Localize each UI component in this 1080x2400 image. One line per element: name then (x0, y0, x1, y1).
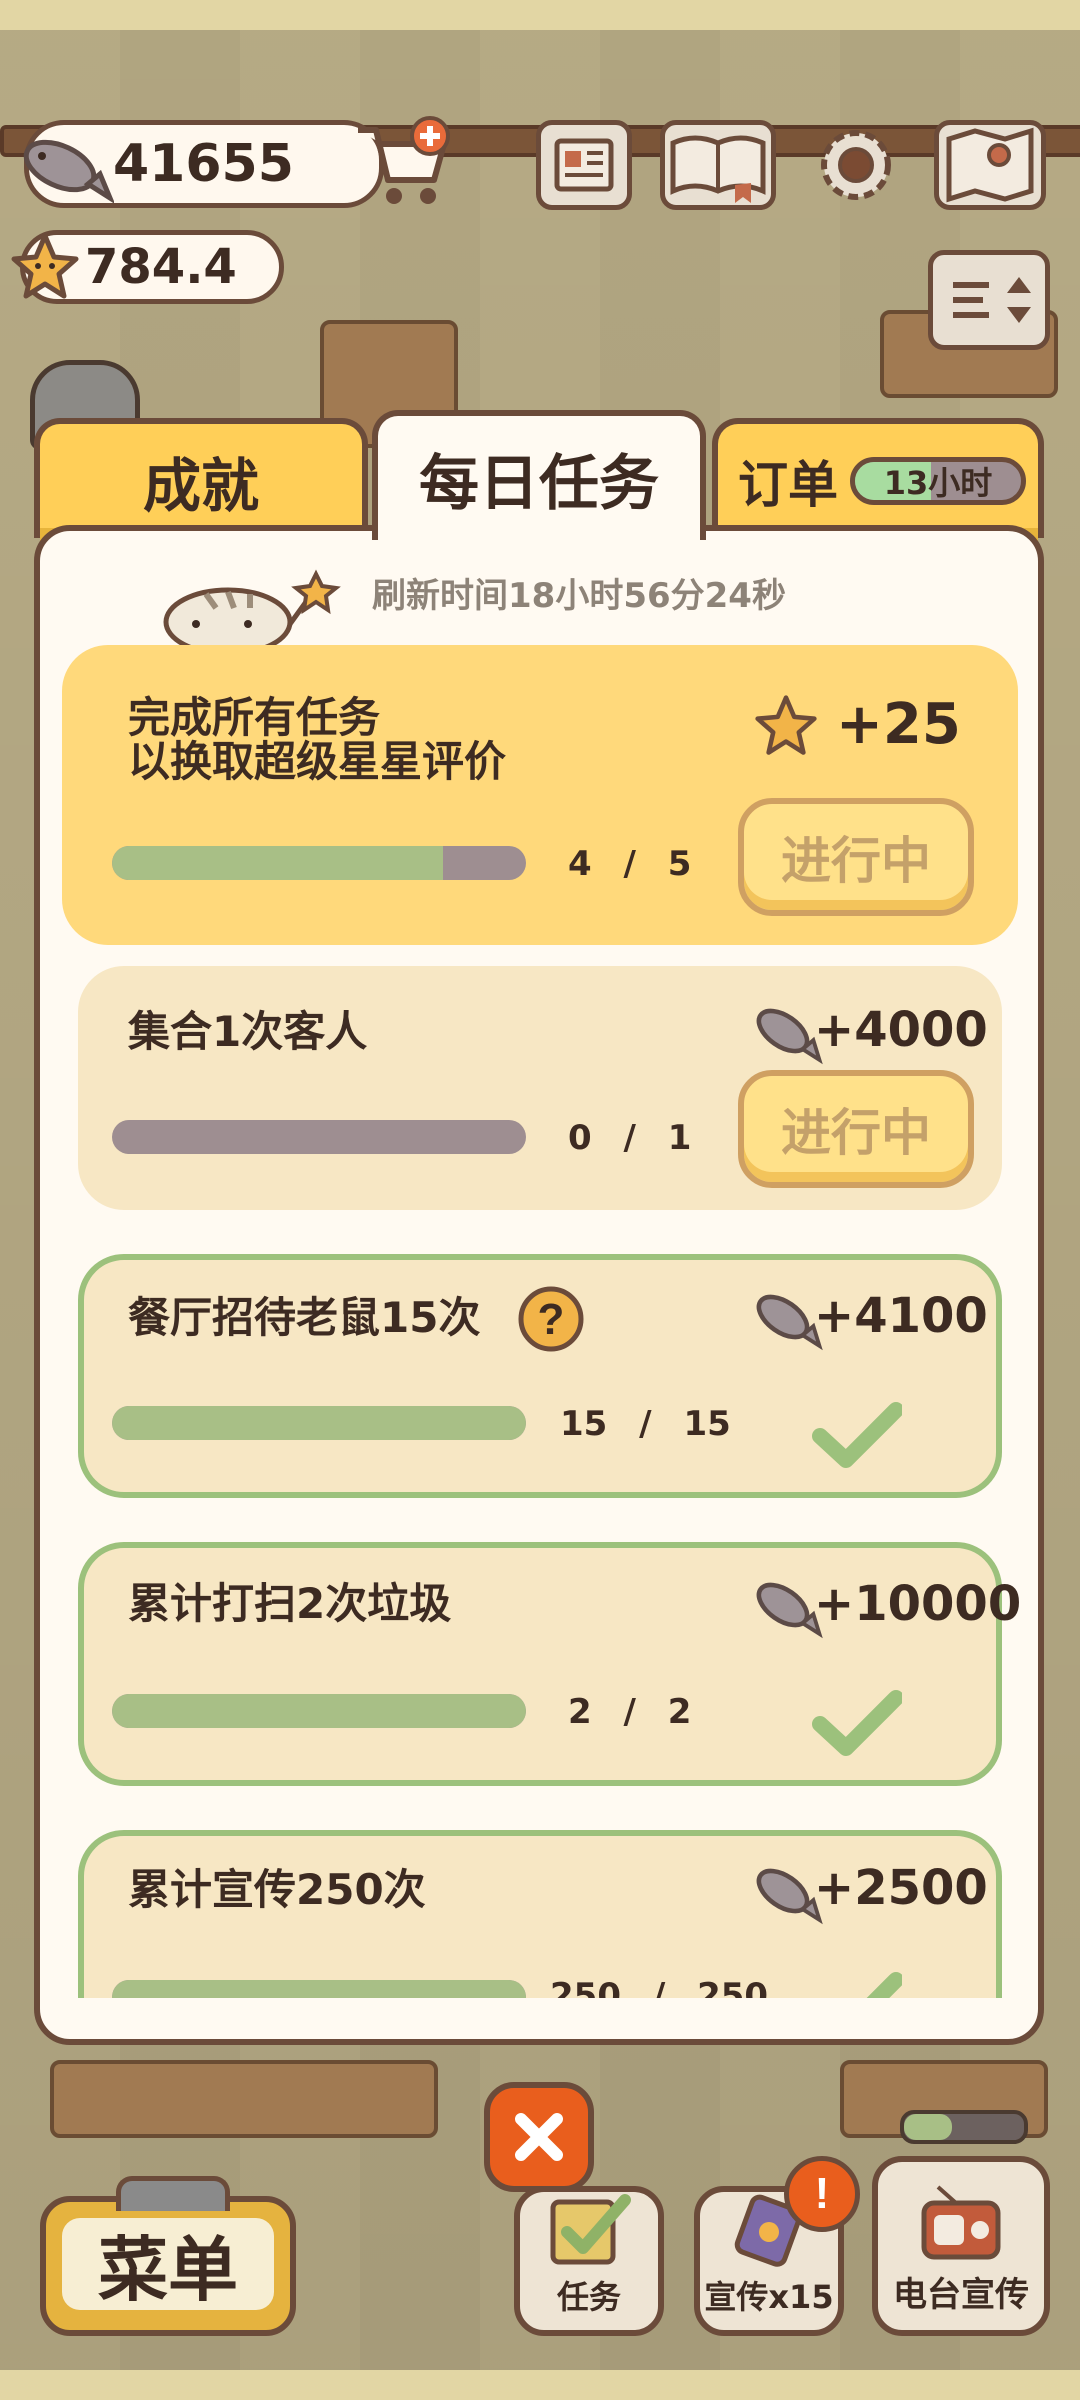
progress-indicator-small (900, 2110, 1028, 2144)
clipboard-clip (116, 2176, 230, 2211)
menu-button-label: 菜单 (98, 2228, 238, 2311)
master-task-status-button[interactable]: 进行中 (738, 798, 974, 916)
promote-button-label: 宣传x15 (704, 2278, 834, 2316)
fish-icon (756, 1868, 823, 1925)
task-title: 集合1次客人 (128, 1007, 368, 1056)
star-count: 784.4 (85, 239, 237, 295)
check-icon (812, 1690, 902, 1756)
tasks-button-label: 任务 (556, 2278, 621, 2316)
fish-icon (756, 1582, 823, 1639)
task-reward: +10000 (814, 1576, 1022, 1632)
svg-text:?: ? (538, 1295, 565, 1344)
close-icon (515, 2113, 563, 2161)
fish-icon (23, 139, 114, 204)
master-task-title-line1: 完成所有任务 (128, 693, 381, 742)
radio-promote-button[interactable]: 电台宣传 (872, 2156, 1050, 2336)
fish-count: 41655 (113, 134, 294, 194)
task-progress-bar (112, 1406, 526, 1440)
sort-toggle-icon[interactable] (928, 250, 1050, 350)
tab-orders-label: 订单 (738, 456, 838, 514)
tab-achievements-label: 成就 (142, 452, 259, 520)
tab-achievements[interactable]: 成就 (34, 418, 368, 544)
tab-daily-tasks[interactable]: 每日任务 (372, 410, 706, 540)
star-icon (11, 233, 79, 299)
map-icon[interactable] (934, 120, 1046, 210)
master-task-progress-bar (112, 846, 526, 880)
table-furniture (50, 2060, 438, 2138)
alert-badge-icon: ! (784, 2156, 860, 2232)
book-icon[interactable] (660, 120, 776, 210)
task-title: 累计宣传250次 (128, 1865, 426, 1914)
master-task-progress-text: 4 / 5 (568, 844, 692, 884)
radio-icon (921, 2185, 1001, 2260)
task-progress-bar (112, 1120, 526, 1154)
order-timer-badge: 13小时 (850, 457, 1026, 505)
task-reward: +4000 (814, 1002, 988, 1058)
tab-orders[interactable]: 订单 13小时 (712, 418, 1044, 544)
question-icon[interactable]: ? (516, 1284, 586, 1354)
fish-icon (756, 1008, 823, 1065)
tab-daily-tasks-label: 每日任务 (419, 448, 659, 519)
refresh-timer: 刷新时间18小时56分24秒 (372, 576, 786, 616)
checklist-icon (550, 2194, 631, 2265)
cart-add-icon[interactable] (352, 114, 456, 214)
task-title: 餐厅招待老鼠15次 (128, 1293, 481, 1342)
gear-icon[interactable] (808, 120, 904, 210)
master-task-title-line2: 以换取超级星星评价 (128, 737, 507, 786)
task-reward: +4100 (814, 1288, 988, 1344)
task-title: 累计打扫2次垃圾 (128, 1579, 452, 1628)
close-button[interactable] (484, 2082, 594, 2192)
task-progress-text: 2 / 2 (568, 1692, 692, 1732)
task-progress-bar (112, 1694, 526, 1728)
radio-promote-label: 电台宣传 (893, 2275, 1029, 2315)
tasks-button[interactable]: 任务 (514, 2186, 664, 2336)
fish-icon (756, 1294, 823, 1351)
task-progress-bar (112, 1980, 526, 1998)
newspaper-icon[interactable] (536, 120, 632, 210)
task-list-clip: 累计宣传250次 +2500 250 / 250 (40, 1820, 1040, 1998)
task-reward: +2500 (814, 1860, 988, 1916)
task-progress-text: 0 / 1 (568, 1118, 692, 1158)
star-icon (755, 695, 817, 755)
task-status-button[interactable]: 进行中 (738, 1070, 974, 1188)
master-task-reward: +25 (836, 692, 961, 757)
task-progress-text: 15 / 15 (560, 1404, 731, 1444)
order-timer-text: 13小时 (883, 464, 993, 502)
check-icon (812, 1402, 902, 1468)
check-icon (820, 1972, 902, 1998)
menu-button[interactable]: 菜单 (40, 2176, 296, 2336)
task-progress-text: 250 / 250 (550, 1976, 769, 1998)
